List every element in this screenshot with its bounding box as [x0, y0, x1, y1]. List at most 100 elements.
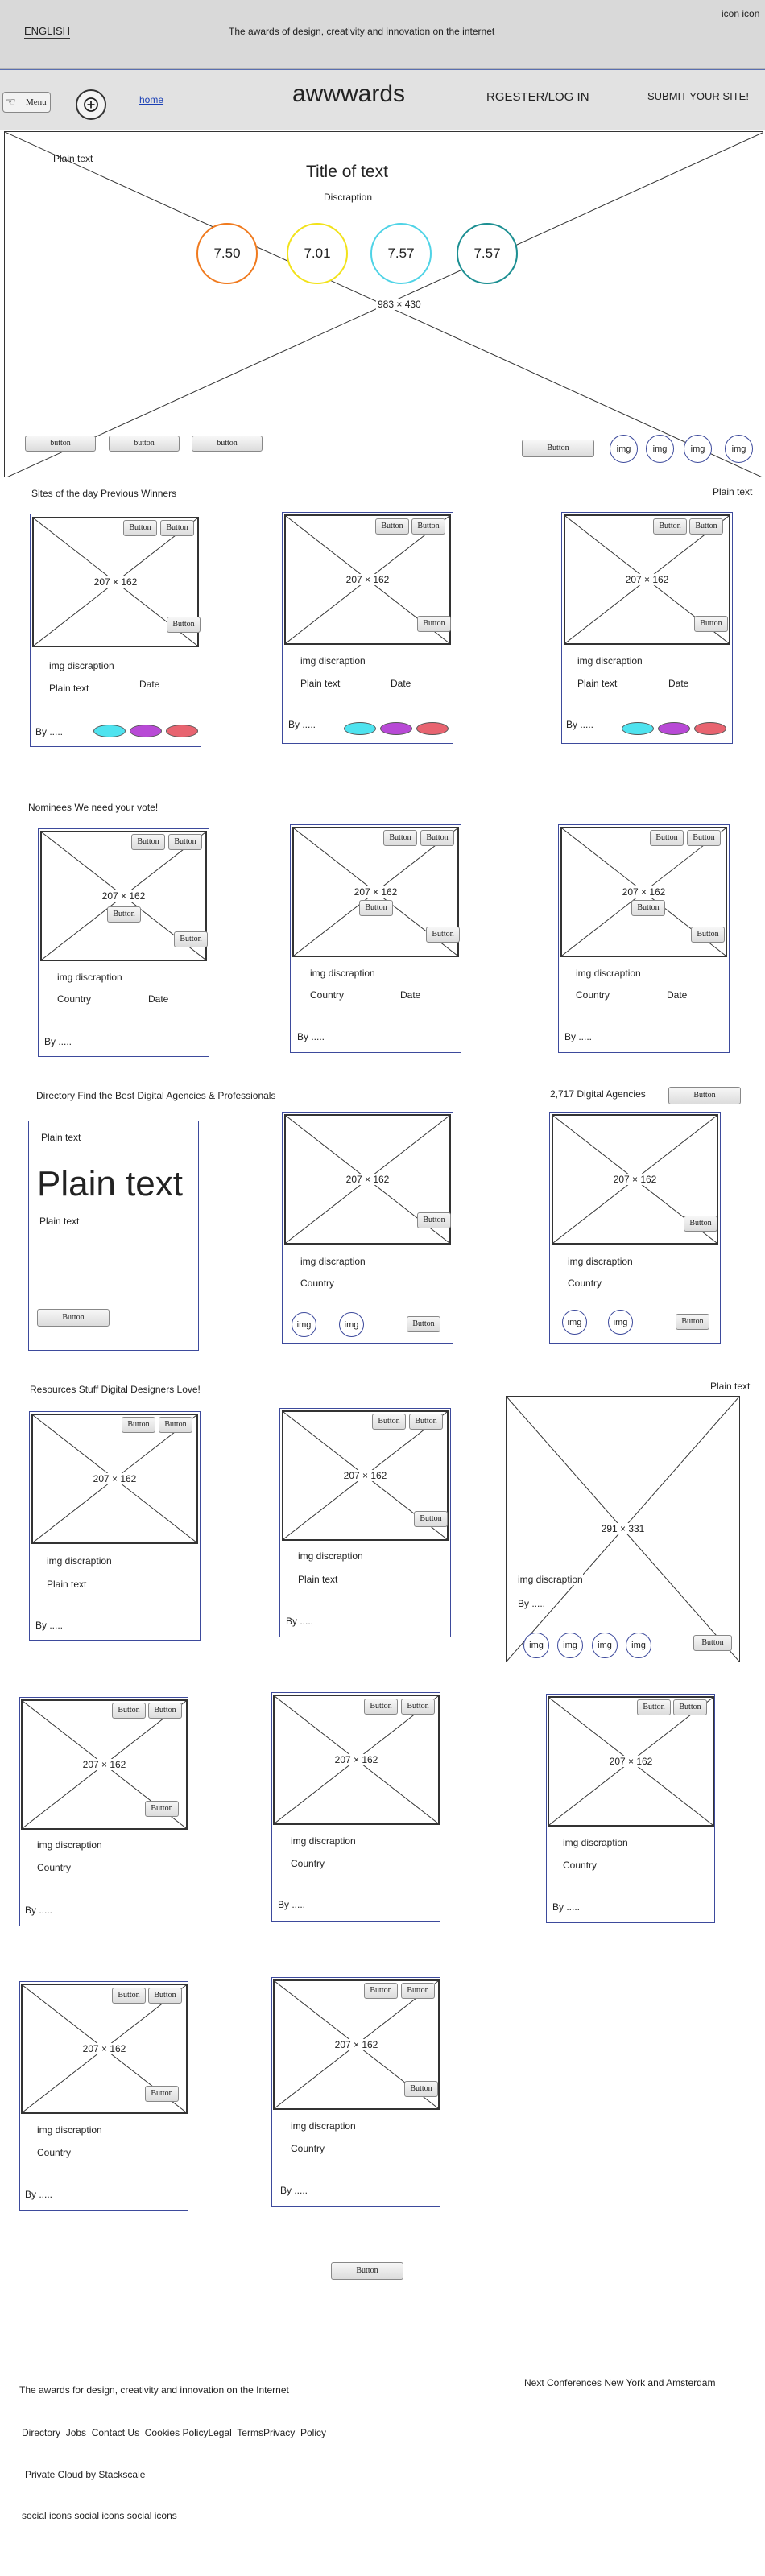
card-button[interactable]: Button — [364, 1983, 398, 1999]
card-button[interactable]: Button — [167, 617, 201, 633]
hero-plain-text: Plain text — [53, 153, 93, 164]
footer-link-policy-legal[interactable]: PolicyLegal — [182, 2427, 231, 2438]
card-button[interactable]: Button — [372, 1414, 406, 1430]
card-img-circle[interactable]: img — [339, 1312, 364, 1337]
card-button[interactable]: Button — [174, 931, 208, 947]
register-login-link[interactable]: RGESTER/LOG IN — [486, 90, 589, 104]
card-country: Country — [300, 1278, 335, 1289]
promo-button[interactable]: Button — [37, 1309, 110, 1327]
footer-link-policy[interactable]: Policy — [300, 2427, 326, 2438]
card-button[interactable]: Button — [145, 1801, 179, 1817]
hero-img-circle[interactable]: img — [646, 435, 674, 463]
card-button[interactable]: Button — [653, 518, 687, 535]
language-selector[interactable]: ENGLISH — [24, 25, 71, 39]
card-img-circle[interactable]: img — [562, 1310, 587, 1335]
section-right-text: Plain text — [713, 486, 753, 497]
directory-button[interactable]: Button — [668, 1087, 741, 1104]
card-description: img discraption — [563, 1837, 628, 1848]
card-button[interactable]: Button — [417, 616, 451, 632]
card-button[interactable]: Button — [112, 1988, 146, 2004]
card-button[interactable]: Button — [637, 1699, 671, 1715]
card-button[interactable]: Button — [123, 520, 157, 536]
card-button[interactable]: Button — [687, 830, 721, 846]
site-logo[interactable]: awwwards — [292, 80, 405, 108]
hero-small-button[interactable]: button — [25, 436, 96, 452]
card-button[interactable]: Button — [689, 518, 723, 535]
section-heading-directory: Directory Find the Best Digital Agencies… — [36, 1090, 276, 1101]
card-button[interactable]: Button — [148, 1703, 182, 1719]
card-button[interactable]: Button — [409, 1414, 443, 1430]
card-button[interactable]: Button — [107, 906, 141, 923]
card-button[interactable]: Button — [404, 2081, 438, 2097]
card-button[interactable]: Button — [684, 1216, 717, 1232]
color-swatch — [622, 722, 654, 735]
hero-img-circle[interactable]: img — [684, 435, 712, 463]
card-button[interactable]: Button — [145, 2086, 179, 2102]
card-button[interactable]: Button — [414, 1511, 448, 1527]
promo-small-text-2: Plain text — [39, 1216, 80, 1227]
load-more-button[interactable]: Button — [331, 2262, 403, 2280]
card-img-circle[interactable]: img — [608, 1310, 633, 1335]
footer-tagline: The awards for design, creativity and in… — [19, 2384, 289, 2396]
card-by: By ..... — [564, 1031, 593, 1042]
hero-small-button[interactable]: button — [192, 436, 263, 452]
hero-button[interactable]: Button — [522, 440, 594, 457]
card-button[interactable]: Button — [401, 1983, 435, 1999]
card-button[interactable]: Button — [364, 1699, 398, 1715]
menu-button[interactable]: ☜ Menu — [2, 92, 51, 113]
top-icons[interactable]: icon icon — [722, 8, 759, 19]
card-button[interactable]: Button — [168, 834, 202, 850]
hero-img-circle[interactable]: img — [610, 435, 638, 463]
card-button[interactable]: Button — [693, 1635, 732, 1651]
card-button[interactable]: Button — [691, 927, 725, 943]
card-button[interactable]: Button — [159, 1417, 192, 1433]
footer-link-cookies[interactable]: Cookies — [145, 2427, 180, 2438]
footer-hosting[interactable]: Private Cloud by Stackscale — [25, 2469, 145, 2480]
hero-img-circle[interactable]: img — [725, 435, 753, 463]
card-button[interactable]: Button — [631, 900, 665, 916]
card-img-circle[interactable]: img — [626, 1633, 651, 1658]
card-img-circle[interactable]: img — [592, 1633, 618, 1658]
card-button[interactable]: Button — [426, 927, 460, 943]
card-button[interactable]: Button — [694, 616, 728, 632]
footer-link-terms-privacy[interactable]: TermsPrivacy — [237, 2427, 295, 2438]
card-img-circle[interactable]: img — [523, 1633, 549, 1658]
card-button[interactable]: Button — [148, 1988, 182, 2004]
card-by: By ..... — [25, 1905, 53, 1916]
card-button[interactable]: Button — [131, 834, 165, 850]
card-button[interactable]: Button — [673, 1699, 707, 1715]
image-size-label: 207 × 162 — [344, 574, 391, 585]
footer-link-directory[interactable]: Directory — [22, 2427, 60, 2438]
footer-social-icons[interactable]: social icons social icons social icons — [22, 2510, 177, 2521]
home-link[interactable]: home — [139, 94, 163, 105]
section-heading-winners: Sites of the day Previous Winners — [31, 488, 177, 499]
footer-link-contact[interactable]: Contact Us — [92, 2427, 139, 2438]
zoom-button[interactable] — [76, 89, 106, 120]
card-button[interactable]: Button — [417, 1212, 451, 1228]
card-image-placeholder: 207 × 162 — [31, 1414, 198, 1544]
score-value: 7.50 — [213, 246, 241, 261]
submit-site-link[interactable]: SUBMIT YOUR SITE! — [647, 90, 749, 102]
card-button[interactable]: Button — [359, 900, 393, 916]
card-plain-text: Plain text — [298, 1574, 338, 1585]
card-img-circle[interactable]: img — [557, 1633, 583, 1658]
card-date: Date — [391, 678, 411, 689]
card-button[interactable]: Button — [112, 1703, 146, 1719]
card-button[interactable]: Button — [383, 830, 417, 846]
large-image-placeholder[interactable]: 291 × 331 — [506, 1396, 740, 1662]
card-button[interactable]: Button — [375, 518, 409, 535]
card-button[interactable]: Button — [650, 830, 684, 846]
card-button[interactable]: Button — [407, 1316, 440, 1332]
hero-small-button[interactable]: button — [109, 436, 180, 452]
card-button[interactable]: Button — [160, 520, 194, 536]
card-button[interactable]: Button — [401, 1699, 435, 1715]
card-button[interactable]: Button — [122, 1417, 155, 1433]
footer-conferences[interactable]: Next Conferences New York and Amsterdam — [524, 2377, 715, 2388]
card-by: By ..... — [25, 2189, 53, 2200]
card-button[interactable]: Button — [411, 518, 445, 535]
card-description: img discraption — [49, 660, 114, 671]
card-button[interactable]: Button — [676, 1314, 709, 1330]
card-img-circle[interactable]: img — [292, 1312, 316, 1337]
footer-link-jobs[interactable]: Jobs — [66, 2427, 86, 2438]
card-button[interactable]: Button — [420, 830, 454, 846]
